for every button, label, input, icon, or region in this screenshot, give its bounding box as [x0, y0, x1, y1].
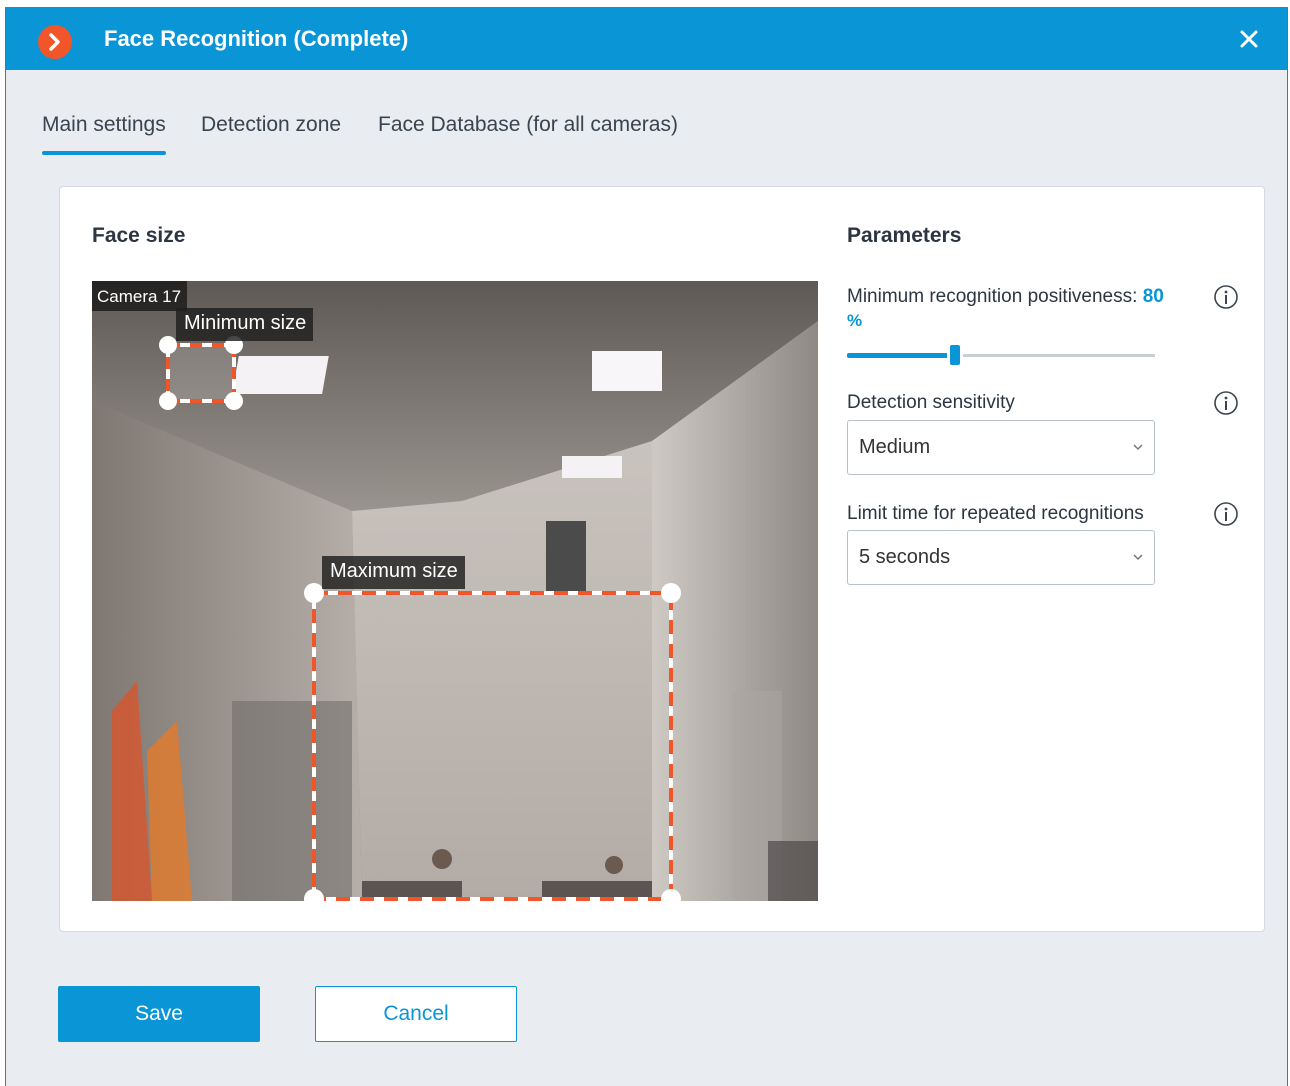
chevron-down-icon: [1133, 444, 1143, 451]
chevron-down-icon: [1133, 554, 1143, 561]
tab-face-database[interactable]: Face Database (for all cameras): [378, 113, 678, 137]
positiveness-label: Minimum recognition positiveness: 80: [847, 286, 1164, 308]
tab-main-settings[interactable]: Main settings: [42, 113, 166, 155]
active-tab-indicator: [42, 151, 166, 155]
max-size-frame: [312, 591, 673, 901]
positiveness-unit: %: [847, 311, 863, 330]
min-size-handle[interactable]: [159, 392, 177, 410]
camera-view: Camera 17 Minimum size Maximum size: [92, 281, 818, 901]
face-size-overlay: [159, 336, 681, 901]
tab-label: Main settings: [42, 113, 166, 136]
tab-label: Face Database (for all cameras): [378, 113, 678, 136]
min-size-handle[interactable]: [225, 392, 243, 410]
info-icon[interactable]: [1213, 390, 1239, 416]
info-icon[interactable]: [1213, 284, 1239, 310]
max-size-handle[interactable]: [661, 889, 681, 901]
slider-fill: [847, 353, 949, 358]
positiveness-slider[interactable]: [847, 342, 1155, 368]
dialog-title: Face Recognition (Complete): [104, 26, 409, 51]
repeat-limit-label: Limit time for repeated recognitions: [847, 503, 1144, 524]
max-size-handle[interactable]: [304, 889, 324, 901]
sensitivity-value: Medium: [859, 436, 931, 458]
repeat-limit-value: 5 seconds: [859, 546, 951, 568]
positiveness-label-text: Minimum recognition positiveness:: [847, 286, 1138, 307]
max-size-handle[interactable]: [304, 583, 324, 603]
save-button[interactable]: Save: [58, 986, 260, 1042]
close-button[interactable]: [1237, 27, 1261, 51]
max-size-frame-dash: [312, 591, 673, 901]
repeat-limit-select[interactable]: 5 seconds: [847, 530, 1155, 585]
tab-label: Detection zone: [201, 113, 342, 136]
title-bar: Face Recognition (Complete): [6, 7, 1287, 70]
face-size-heading: Face size: [92, 224, 186, 247]
min-size-frame: [166, 343, 236, 403]
sensitivity-label: Detection sensitivity: [847, 392, 1015, 413]
tab-detection-zone[interactable]: Detection zone: [201, 113, 341, 137]
close-icon: [1240, 30, 1258, 48]
dialog-window: Face Recognition (Complete) Main setting…: [5, 7, 1288, 1086]
positiveness-value: 80: [1142, 286, 1164, 307]
settings-panel: Face size Camera 17 Minimum size Maximum…: [59, 186, 1265, 932]
max-size-label: Maximum size: [322, 556, 465, 589]
min-size-label: Minimum size: [176, 308, 314, 341]
slider-thumb[interactable]: [947, 342, 963, 368]
max-size-handle[interactable]: [661, 583, 681, 603]
sensitivity-select[interactable]: Medium: [847, 420, 1155, 475]
cancel-button[interactable]: Cancel: [315, 986, 517, 1042]
parameters-heading: Parameters: [847, 224, 962, 247]
min-size-handle[interactable]: [159, 336, 177, 354]
app-logo-icon: [38, 25, 72, 59]
chevron-right-icon: [49, 33, 60, 51]
info-icon[interactable]: [1213, 501, 1239, 527]
